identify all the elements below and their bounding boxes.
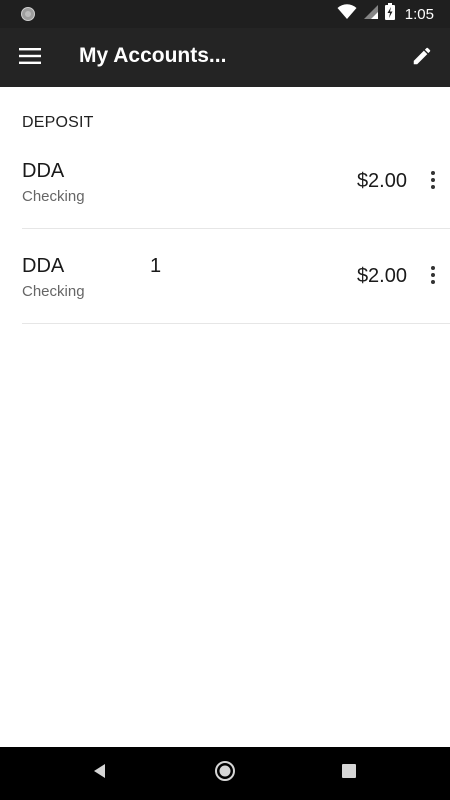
status-bar: 1:05 <box>0 0 450 28</box>
more-options-button[interactable] <box>424 168 442 192</box>
home-button[interactable] <box>213 760 237 787</box>
notification-circle-icon <box>20 6 36 22</box>
battery-charging-icon <box>384 3 395 25</box>
account-row[interactable]: DDA 1 Checking $2.00 <box>22 229 450 324</box>
cell-signal-icon <box>363 4 379 25</box>
section-header-deposit: DEPOSIT <box>22 114 94 131</box>
account-name: DDA <box>22 255 65 277</box>
screen: 1:05 My Accounts... DEPOSIT DDA Checking… <box>0 0 450 800</box>
edit-button[interactable] <box>402 38 442 78</box>
back-button[interactable] <box>88 761 112 785</box>
system-nav-bar <box>0 747 450 800</box>
recents-button[interactable] <box>337 761 361 785</box>
app-bar: My Accounts... <box>0 28 450 87</box>
account-balance: $2.00 <box>356 170 407 192</box>
status-icons: 1:05 <box>337 3 434 25</box>
more-vert-icon <box>431 171 435 175</box>
menu-button[interactable] <box>10 38 50 78</box>
home-icon <box>214 760 236 787</box>
wifi-icon <box>337 3 357 25</box>
account-name: DDA <box>22 160 65 182</box>
account-type: Checking <box>22 283 85 300</box>
back-icon <box>92 763 108 784</box>
page-title: My Accounts... <box>79 44 227 67</box>
pencil-icon <box>411 45 433 72</box>
account-number: 1 <box>150 255 162 277</box>
status-time: 1:05 <box>404 5 434 23</box>
more-vert-icon <box>431 266 435 270</box>
recents-icon <box>342 763 356 783</box>
accounts-list: DEPOSIT DDA Checking $2.00 DDA 1 Checkin… <box>0 87 450 747</box>
account-type: Checking <box>22 188 85 205</box>
hamburger-menu-icon <box>19 47 41 69</box>
account-row[interactable]: DDA Checking $2.00 <box>22 134 450 229</box>
more-options-button[interactable] <box>424 263 442 287</box>
account-balance: $2.00 <box>356 265 407 287</box>
